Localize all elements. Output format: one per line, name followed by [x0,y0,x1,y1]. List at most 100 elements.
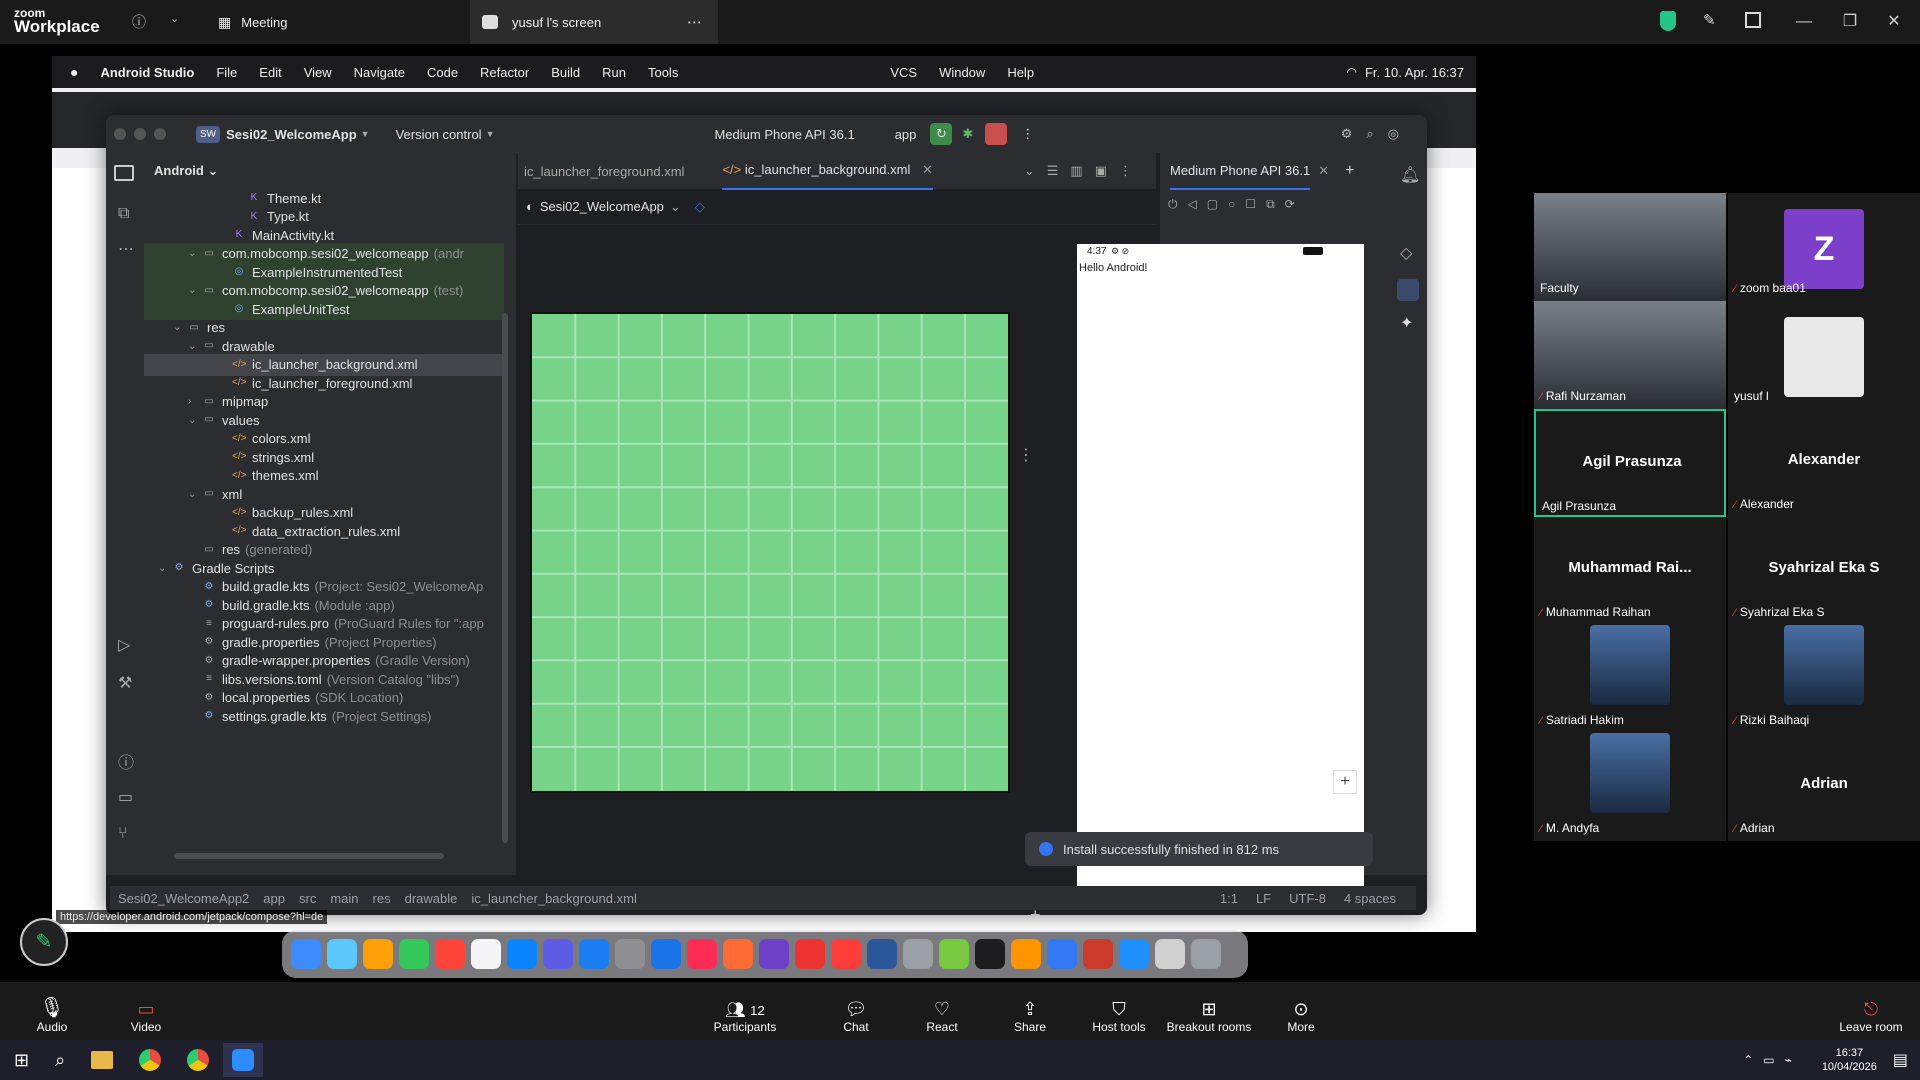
breadcrumb-item[interactable]: main [330,891,358,906]
video-button[interactable]: ▭ Video [124,982,168,1040]
chrome-icon[interactable] [139,1049,162,1071]
chevron-icon[interactable]: ⌄ [188,341,202,352]
close-tab-icon[interactable]: ✕ [922,162,933,177]
dock-app-icon[interactable] [327,939,357,969]
running-devices-icon[interactable] [1397,279,1419,301]
annotate-pencil-icon[interactable]: ✎ [20,918,68,966]
chevron-down-icon[interactable]: ⌄ [170,12,179,25]
dock-app-icon[interactable] [759,939,789,969]
structure-icon[interactable]: ⧉ [118,205,129,223]
zoom-in-icon[interactable]: + [1333,770,1357,794]
pencil-icon[interactable]: ✎ [1703,11,1716,29]
notifications-icon[interactable]: 🔔︎ [1400,165,1420,185]
apple-icon[interactable]: ● [70,64,78,80]
participant-tile[interactable]: ⁄ M. Andyfa [1534,733,1726,841]
menu-build[interactable]: Build [551,65,580,80]
host-tools-button[interactable]: ⛉ Host tools [1090,982,1148,1040]
toolbar-icons[interactable]: ⚙⌕◎ [1341,126,1413,142]
dock-app-icon[interactable] [831,939,861,969]
participant-tile[interactable]: ⁄ Rizki Baihaqi [1728,625,1920,733]
zoom-traffic-light[interactable] [154,128,166,140]
more-options-icon[interactable]: ⋯ [687,13,702,31]
version-control-menu[interactable]: Version control [396,127,482,142]
participant-tile[interactable]: Z ⁄ zoom baa01 [1728,193,1920,301]
more-icon[interactable]: ⋯ [118,239,134,259]
react-button[interactable]: ♡ React [922,982,962,1040]
project-switcher[interactable]: Sesi02_WelcomeApp [226,127,357,142]
participant-tile[interactable]: Syahrizal Eka S ⁄ Syahrizal Eka S [1728,517,1920,625]
chevron-icon[interactable]: ⌄ [173,322,187,333]
shield-icon[interactable] [1660,11,1676,31]
wifi-icon[interactable]: ◠ [1347,65,1357,79]
participants-button[interactable]: 👥︎ 12 Participants [712,982,778,1040]
menu-view[interactable]: View [304,65,332,80]
zoom-taskbar-icon[interactable] [223,1043,264,1077]
participant-tile[interactable]: Faculty [1534,193,1726,301]
tree-item[interactable]: ⚙ settings.gradle.kts (Project Settings) [144,705,504,727]
breadcrumb-item[interactable]: res [373,891,391,906]
screen-share-tab[interactable]: yusuf l's screen ⋯ [470,0,718,44]
minimize-traffic-light[interactable] [134,128,146,140]
participant-tile[interactable]: ⁄ Satriadi Hakim [1534,625,1726,733]
menu-help[interactable]: Help [1007,65,1034,80]
close-icon[interactable]: ✕ [1884,12,1904,32]
canvas-menu-icon[interactable]: ⋮ [1018,445,1034,465]
dock-app-icon[interactable] [1191,939,1221,969]
render-icon[interactable]: ◇ [695,199,705,215]
minimize-icon[interactable]: — [1794,12,1814,32]
panel-title[interactable]: Android ⌄ [154,163,218,179]
meeting-tab[interactable]: ▦ Meeting [218,0,468,44]
tab-foreground[interactable]: ic_launcher_foreground.xml [524,164,684,179]
menu-edit[interactable]: Edit [259,65,281,80]
menu-app[interactable]: Android Studio [100,65,194,80]
file-explorer-icon[interactable] [91,1051,114,1069]
menu-tools[interactable]: Tools [648,65,678,80]
dock-app-icon[interactable] [867,939,897,969]
dock-app-icon[interactable] [291,939,321,969]
menu-refactor[interactable]: Refactor [480,65,529,80]
device-tab[interactable]: Medium Phone API 36.1 [1170,153,1311,190]
menu-code[interactable]: Code [427,65,458,80]
participant-tile[interactable]: ⁄ Rafi Nurzaman [1534,301,1726,409]
dock-app-icon[interactable] [723,939,753,969]
layout-icon[interactable] [1745,12,1761,28]
problems-icon[interactable]: ⓘ [118,749,134,773]
terminal-icon[interactable]: ▭ [118,787,133,807]
dock-app-icon[interactable] [399,939,429,969]
menu-file[interactable]: File [216,65,237,80]
more-button[interactable]: ⊙ More [1285,982,1317,1040]
status-item[interactable]: UTF-8 [1289,891,1326,906]
windows-start-icon[interactable]: ⊞ [14,1050,29,1071]
build-icon[interactable]: ⚒ [118,673,132,693]
tree-scrollbar[interactable] [502,313,508,843]
chevron-icon[interactable]: ⌄ [188,489,202,500]
tab-background[interactable]: </> ic_launcher_background.xml ✕ [722,152,933,190]
dock-app-icon[interactable] [975,939,1005,969]
dock-app-icon[interactable] [795,939,825,969]
dock-app-icon[interactable] [543,939,573,969]
breadcrumb-item[interactable]: Sesi02_WelcomeApp2 [118,891,249,906]
run-icon[interactable]: ▷ [118,635,130,655]
gradle-icon[interactable]: ◇ [1400,243,1412,263]
menu-navigate[interactable]: Navigate [354,65,405,80]
close-tab-icon[interactable]: ✕ [1318,163,1329,179]
preview-config[interactable]: Sesi02_WelcomeApp [540,199,664,214]
dock-app-icon[interactable] [939,939,969,969]
git-icon[interactable]: ⑂ [118,825,128,843]
chevron-icon[interactable]: ⌄ [188,415,202,426]
breadcrumb-item[interactable]: drawable [405,891,458,906]
chat-button[interactable]: 💬︎ Chat [836,982,876,1040]
chevron-icon[interactable]: › [188,396,202,407]
search-icon[interactable]: ⌕ [55,1050,65,1071]
status-item[interactable]: 1:1 [1220,891,1238,906]
participant-tile[interactable]: Alexander ⁄ Alexander [1728,409,1920,517]
dock-app-icon[interactable] [1047,939,1077,969]
chrome-icon[interactable] [187,1049,210,1071]
dock-app-icon[interactable] [579,939,609,969]
participant-tile[interactable]: Agil Prasunza Agil Prasunza [1534,409,1726,517]
share-button[interactable]: ⇪ Share [1010,982,1050,1040]
dock-app-icon[interactable] [507,939,537,969]
leave-room-button[interactable]: ⎋ Leave room [1838,982,1904,1040]
dock-app-icon[interactable] [1083,939,1113,969]
gemini-icon[interactable]: ✦ [1400,313,1413,333]
